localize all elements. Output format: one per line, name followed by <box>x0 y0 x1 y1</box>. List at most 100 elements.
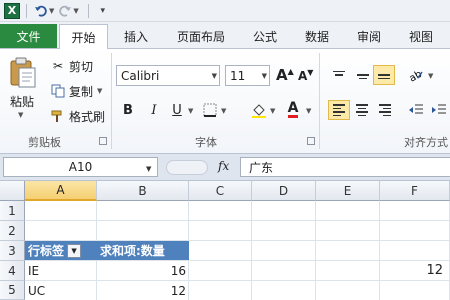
column-header-c[interactable]: C <box>189 181 252 201</box>
orientation-icon[interactable]: ab <box>405 65 427 85</box>
name-box[interactable]: A10 <box>3 157 158 177</box>
gridline <box>251 201 252 300</box>
paste-button[interactable]: 粘贴 <box>10 93 34 110</box>
copy-button[interactable]: 复制 ▼ <box>50 82 102 100</box>
redo-dropdown-icon[interactable]: ▼ <box>73 7 78 15</box>
formula-content: 广东 <box>249 160 274 175</box>
filter-dropdown-icon[interactable]: ▼ <box>67 243 82 258</box>
font-group-label: 字体 <box>195 136 217 149</box>
align-bottom-icon[interactable] <box>373 65 395 85</box>
tab-file[interactable]: 文件 <box>0 24 57 48</box>
cell-a5[interactable]: UC <box>25 281 97 300</box>
undo-dropdown-icon[interactable]: ▼ <box>49 7 54 15</box>
font-size-dropdown-icon[interactable]: ▼ <box>262 72 267 80</box>
pivot-row-labels-header[interactable]: 行标签 ▼ <box>25 241 97 260</box>
font-color-icon[interactable]: A <box>284 101 302 119</box>
insert-function-icon[interactable]: fx <box>218 159 229 173</box>
quick-access-toolbar: X ▼ ▼ ▾ <box>0 0 450 22</box>
align-center-icon[interactable] <box>351 100 373 120</box>
underline-button[interactable]: U <box>168 101 186 119</box>
row-header-3[interactable]: 3 <box>0 241 25 261</box>
cell-b4[interactable]: 16 <box>97 261 189 280</box>
pivot-values-text: 求和项:数量 <box>100 244 165 258</box>
shrink-font-icon[interactable]: A▼ <box>298 68 313 83</box>
tab-data[interactable]: 数据 <box>294 24 340 49</box>
formula-bar-splitter[interactable] <box>166 160 208 175</box>
group-separator <box>111 53 112 149</box>
underline-dropdown-icon[interactable]: ▼ <box>188 107 193 115</box>
borders-dropdown-icon[interactable]: ▼ <box>221 107 226 115</box>
select-all-button[interactable] <box>0 181 25 201</box>
font-launcher-icon[interactable] <box>307 137 315 145</box>
font-name-value: Calibri <box>121 68 160 83</box>
ribbon-home: 粘贴 ▼ ✂ 剪切 复制 ▼ 格式刷 剪贴板 Calibri ▼ 11 ▼ A▲… <box>0 49 450 154</box>
cut-button[interactable]: ✂ 剪切 <box>50 57 93 75</box>
copy-dropdown-icon[interactable]: ▼ <box>97 87 102 95</box>
worksheet-grid: A B C D E F 1 2 3 4 5 行标签 ▼ 求和项:数量 IE 16… <box>0 181 450 300</box>
pivot-row-labels-text: 行标签 <box>28 244 65 258</box>
name-box-value: A10 <box>68 160 93 174</box>
row-header-4[interactable]: 4 <box>0 261 25 281</box>
scissors-icon: ✂ <box>52 59 64 73</box>
paste-icon[interactable] <box>9 57 37 89</box>
tab-page-layout[interactable]: 页面布局 <box>166 24 236 49</box>
align-right-icon[interactable] <box>374 100 396 120</box>
cell-f4[interactable]: 12 <box>380 261 446 280</box>
cut-label: 剪切 <box>69 59 94 74</box>
cell-b5[interactable]: 12 <box>97 281 189 300</box>
row-header-2[interactable]: 2 <box>0 221 25 241</box>
gridline <box>315 201 316 300</box>
copy-label: 复制 <box>69 84 94 99</box>
fill-color-icon[interactable] <box>250 101 268 119</box>
tab-formulas[interactable]: 公式 <box>242 24 288 49</box>
bold-button[interactable]: B <box>119 101 137 119</box>
font-name-dropdown-icon[interactable]: ▼ <box>212 72 217 80</box>
qat-separator <box>87 3 89 18</box>
gridline <box>25 220 450 221</box>
column-header-a[interactable]: A <box>25 181 97 201</box>
column-header-f[interactable]: F <box>380 181 450 201</box>
increase-indent-icon[interactable] <box>428 100 450 120</box>
pivot-values-header[interactable]: 求和项:数量 <box>97 241 189 260</box>
gridline <box>379 201 380 300</box>
paintbrush-icon <box>50 108 66 124</box>
italic-button[interactable]: I <box>145 101 163 119</box>
cell-a4[interactable]: IE <box>25 261 97 280</box>
ribbon-tabs: 文件 开始 插入 页面布局 公式 数据 审阅 视图 <box>0 22 450 50</box>
customize-qat-icon[interactable]: ▾ <box>95 3 111 19</box>
clipboard-launcher-icon[interactable] <box>99 137 107 145</box>
paste-dropdown-icon[interactable]: ▼ <box>18 111 23 119</box>
svg-text:ab: ab <box>408 69 424 82</box>
align-left-icon[interactable] <box>328 100 350 120</box>
tab-home[interactable]: 开始 <box>59 24 108 50</box>
name-box-dropdown-icon[interactable]: ▼ <box>146 165 151 173</box>
redo-icon[interactable] <box>57 3 73 19</box>
clipboard-group-label: 剪贴板 <box>28 136 61 149</box>
decrease-indent-icon[interactable] <box>405 100 427 120</box>
borders-icon[interactable] <box>201 101 219 119</box>
font-size-combo[interactable]: 11 ▼ <box>225 65 270 86</box>
row-header-1[interactable]: 1 <box>0 201 25 221</box>
fill-color-dropdown-icon[interactable]: ▼ <box>270 107 275 115</box>
qat-separator <box>26 3 27 18</box>
column-header-d[interactable]: D <box>252 181 316 201</box>
align-top-icon[interactable] <box>328 65 350 85</box>
excel-logo-icon[interactable]: X <box>4 2 20 19</box>
font-color-dropdown-icon[interactable]: ▼ <box>306 107 311 115</box>
orientation-dropdown-icon[interactable]: ▼ <box>428 72 433 80</box>
row-header-5[interactable]: 5 <box>0 281 25 300</box>
font-size-value: 11 <box>230 68 246 83</box>
alignment-group-label: 对齐方式 <box>404 136 448 149</box>
tab-review[interactable]: 审阅 <box>346 24 392 49</box>
column-header-e[interactable]: E <box>316 181 380 201</box>
format-painter-label: 格式刷 <box>69 109 106 124</box>
tab-insert[interactable]: 插入 <box>112 24 160 49</box>
grow-font-icon[interactable]: A▲ <box>276 66 294 84</box>
formula-input[interactable]: 广东 <box>240 157 450 177</box>
format-painter-button[interactable]: 格式刷 <box>50 107 105 125</box>
font-name-combo[interactable]: Calibri ▼ <box>116 65 220 86</box>
undo-icon[interactable] <box>33 3 49 19</box>
align-middle-icon[interactable] <box>352 65 374 85</box>
column-header-b[interactable]: B <box>97 181 189 201</box>
tab-view[interactable]: 视图 <box>398 24 444 49</box>
